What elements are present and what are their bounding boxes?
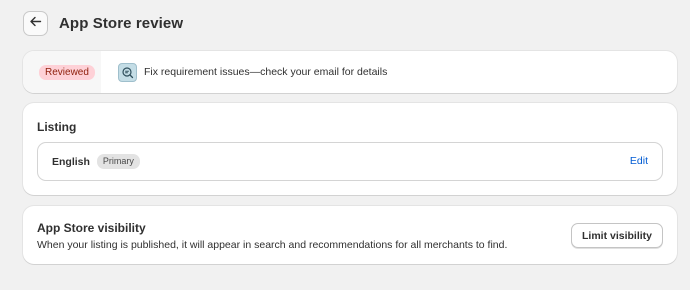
visibility-title: App Store visibility (37, 221, 146, 235)
search-list-icon (118, 62, 137, 82)
visibility-card: App Store visibility When your listing i… (23, 206, 677, 264)
back-button[interactable] (23, 11, 48, 36)
edit-link[interactable]: Edit (630, 155, 648, 167)
arrow-left-icon (29, 15, 42, 33)
page-header: App Store review (23, 11, 183, 36)
page-title: App Store review (59, 15, 184, 32)
language-row: English Primary Edit (37, 142, 663, 181)
limit-visibility-button[interactable]: Limit visibility (570, 223, 663, 248)
listing-title: Listing (37, 120, 77, 134)
review-message-cell: Fix requirement issues—check your email … (101, 51, 677, 93)
status-badge: Reviewed (39, 64, 95, 80)
visibility-description: When your listing is published, it will … (37, 239, 508, 251)
language-name: English (52, 155, 90, 168)
review-status-card: Reviewed Fix requirement issues—check yo… (23, 51, 677, 93)
review-message: Fix requirement issues—check your email … (144, 66, 388, 78)
listing-card: Listing English Primary Edit (23, 103, 677, 195)
review-status-cell: Reviewed (23, 51, 101, 93)
primary-badge: Primary (96, 154, 140, 169)
